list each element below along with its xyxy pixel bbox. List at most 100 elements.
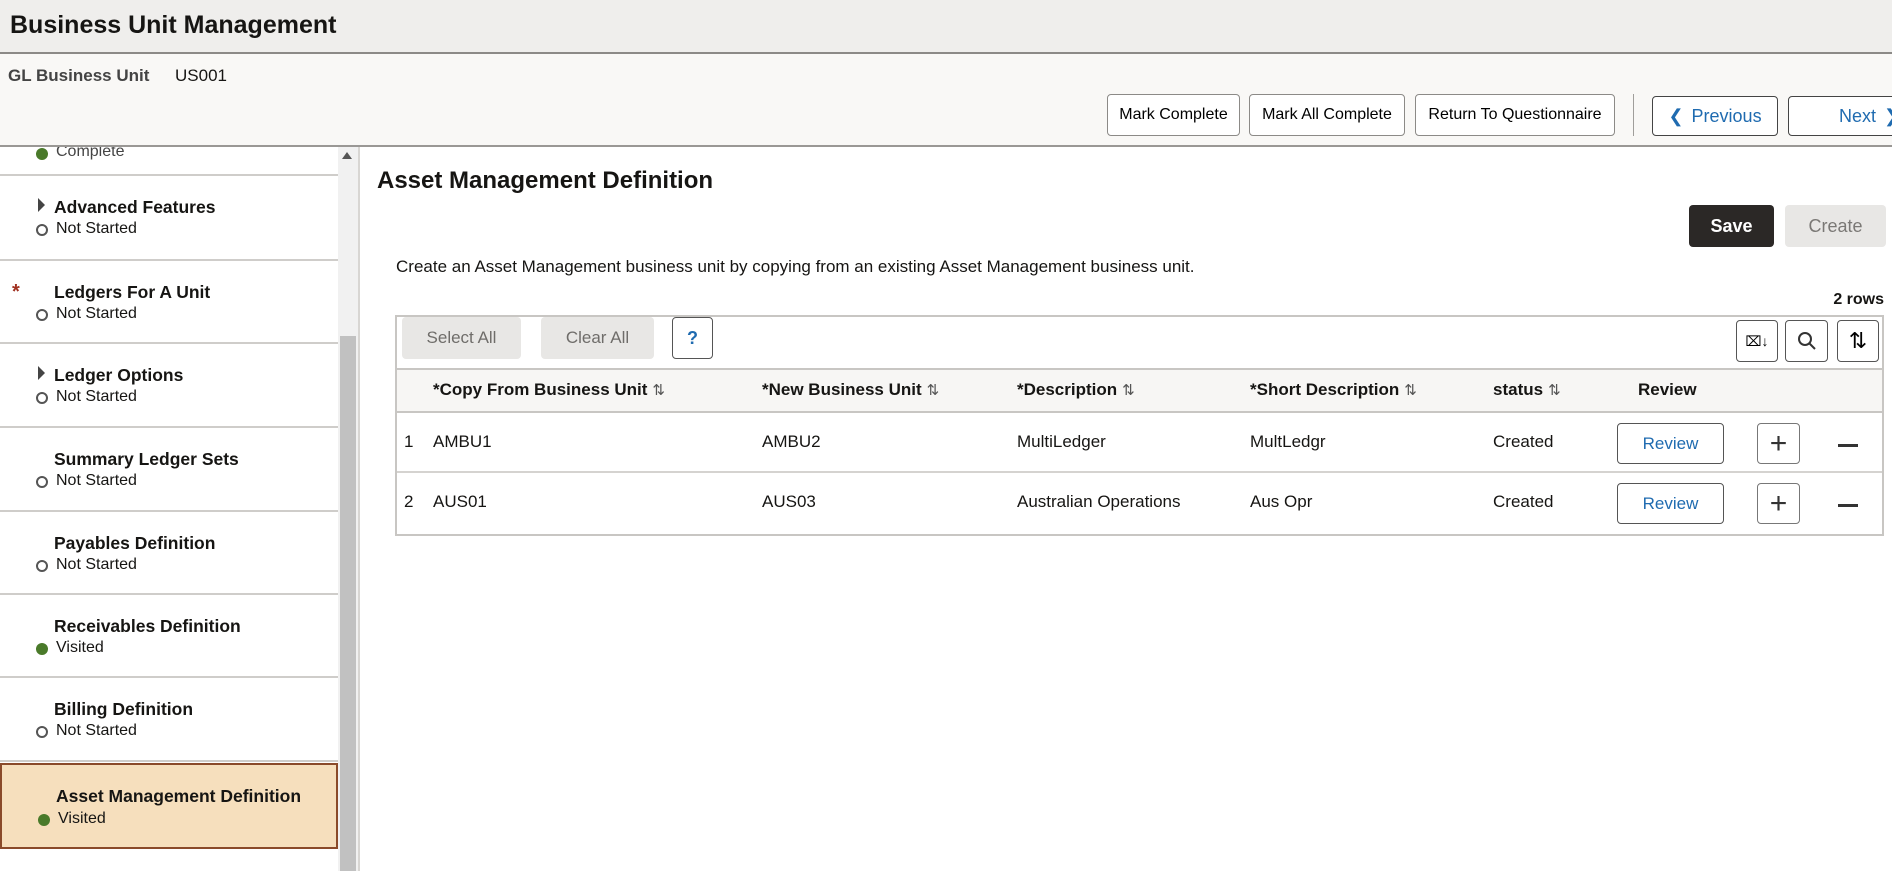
sort-button[interactable]: ⇅ (1837, 320, 1879, 362)
cell-description: Australian Operations (1017, 492, 1181, 511)
scrollbar-thumb[interactable] (340, 336, 356, 871)
status-label: Not Started (56, 722, 137, 739)
save-button[interactable]: Save (1689, 205, 1774, 247)
required-indicator: * (12, 281, 20, 303)
sidebar-item-receivables-definition[interactable]: Receivables Definition Visited (0, 595, 338, 678)
sidebar-item-billing-definition[interactable]: Billing Definition Not Started (0, 678, 338, 762)
status-label: Not Started (56, 220, 137, 237)
not-started-icon (36, 224, 48, 236)
column-header-short-description[interactable]: *Short Description ⇅ (1250, 380, 1417, 400)
check-circle-icon (36, 148, 48, 160)
sort-icon: ⇅ (1122, 382, 1135, 399)
clear-all-button[interactable]: Clear All (541, 317, 654, 359)
panel-divider (358, 147, 360, 871)
visited-icon (38, 814, 50, 826)
column-header-description[interactable]: *Description ⇅ (1017, 380, 1135, 400)
column-header-new-business-unit[interactable]: *New Business Unit ⇅ (762, 380, 939, 400)
sort-icon: ⇅ (926, 382, 940, 399)
status-label: Not Started (56, 472, 137, 489)
review-button[interactable]: Review (1617, 483, 1724, 524)
visited-icon (36, 643, 48, 655)
toolbar-divider (1633, 94, 1634, 136)
cell-status: Created (1493, 432, 1554, 451)
sort-icon: ⇅ (652, 382, 665, 399)
scroll-up-arrow-icon[interactable] (342, 152, 352, 159)
sidebar-item-previous[interactable]: Complete (0, 147, 338, 176)
chevron-right-icon: ❯ (1884, 106, 1892, 127)
item-title: Receivables Definition (54, 616, 241, 636)
sort-icon: ⇅ (1548, 382, 1561, 399)
not-started-icon (36, 560, 48, 572)
row-number: 2 (404, 492, 414, 511)
select-all-button[interactable]: Select All (402, 317, 521, 359)
return-to-questionnaire-button[interactable]: Return To Questionnaire (1415, 94, 1615, 136)
plus-icon: + (1769, 486, 1788, 520)
row-number: 1 (404, 432, 414, 451)
status-label: Visited (56, 639, 104, 656)
search-button[interactable] (1785, 320, 1828, 362)
cell-new-business-unit: AUS03 (762, 492, 816, 511)
excel-download-icon: ⌧↓ (1745, 332, 1769, 349)
instructions-text: Create an Asset Management business unit… (396, 257, 1195, 276)
not-started-icon (36, 309, 48, 321)
item-title: Advanced Features (54, 197, 216, 217)
step-sidebar: Complete Advanced Features Not Started *… (0, 147, 338, 871)
sidebar-item-ledger-options[interactable]: Ledger Options Not Started (0, 344, 338, 428)
sidebar-item-summary-ledger-sets[interactable]: Summary Ledger Sets Not Started (0, 428, 338, 512)
status-label: Not Started (56, 388, 137, 405)
create-button[interactable]: Create (1785, 205, 1886, 247)
item-title: Ledgers For A Unit (54, 282, 211, 302)
export-excel-button[interactable]: ⌧↓ (1736, 320, 1778, 362)
cell-short-description: Aus Opr (1250, 492, 1313, 511)
gl-business-unit-value: US001 (175, 66, 227, 85)
row-count: 2 rows (1833, 291, 1884, 308)
status-label: Not Started (56, 305, 137, 322)
caret-right-icon (38, 366, 45, 380)
column-header-status[interactable]: status ⇅ (1493, 380, 1561, 400)
status-label: Complete (56, 147, 125, 160)
chevron-left-icon: ❮ (1668, 105, 1684, 126)
item-title: Billing Definition (54, 699, 194, 719)
help-button[interactable]: ? (672, 317, 713, 359)
cell-copy-from: AMBU1 (433, 432, 492, 451)
column-header-review: Review (1638, 380, 1697, 399)
cell-short-description: MultLedgr (1250, 432, 1326, 451)
app-title: Business Unit Management (10, 11, 337, 39)
sidebar-item-advanced-features[interactable]: Advanced Features Not Started (0, 176, 338, 261)
not-started-icon (36, 726, 48, 738)
cell-new-business-unit: AMBU2 (762, 432, 821, 451)
sidebar-item-ledgers-for-a-unit[interactable]: * Ledgers For A Unit Not Started (0, 261, 338, 344)
plus-icon: + (1769, 426, 1788, 460)
page-title: Asset Management Definition (377, 167, 714, 194)
item-title: Payables Definition (54, 533, 216, 553)
mark-complete-button[interactable]: Mark Complete (1107, 94, 1240, 136)
sort-icon: ⇅ (1404, 382, 1417, 399)
item-title: Summary Ledger Sets (54, 449, 239, 469)
mark-all-complete-button[interactable]: Mark All Complete (1249, 94, 1405, 136)
gl-business-unit-label: GL Business Unit (8, 66, 150, 85)
next-button[interactable]: Next ❯ (1788, 96, 1892, 136)
status-label: Not Started (56, 556, 137, 573)
sort-icon: ⇅ (1848, 328, 1868, 353)
sidebar-item-payables-definition[interactable]: Payables Definition Not Started (0, 512, 338, 595)
cell-status: Created (1493, 492, 1554, 511)
sidebar-item-asset-management-definition[interactable]: Asset Management Definition Visited (0, 763, 338, 849)
item-title: Asset Management Definition (56, 786, 302, 806)
not-started-icon (36, 392, 48, 404)
not-started-icon (36, 476, 48, 488)
previous-button[interactable]: ❮ Previous (1652, 96, 1778, 136)
add-row-button[interactable]: + (1757, 483, 1800, 524)
delete-row-button[interactable] (1838, 504, 1858, 507)
caret-right-icon (38, 198, 45, 212)
add-row-button[interactable]: + (1757, 423, 1800, 464)
item-title: Ledger Options (54, 365, 184, 385)
next-label: Next (1839, 105, 1877, 126)
column-header-copy-from[interactable]: *Copy From Business Unit ⇅ (433, 380, 665, 400)
status-label: Visited (58, 810, 106, 827)
cell-copy-from: AUS01 (433, 492, 487, 511)
delete-row-button[interactable] (1838, 444, 1858, 447)
review-button[interactable]: Review (1617, 423, 1724, 464)
previous-label: Previous (1691, 105, 1762, 126)
cell-description: MultiLedger (1017, 432, 1106, 451)
search-icon (1797, 332, 1816, 350)
